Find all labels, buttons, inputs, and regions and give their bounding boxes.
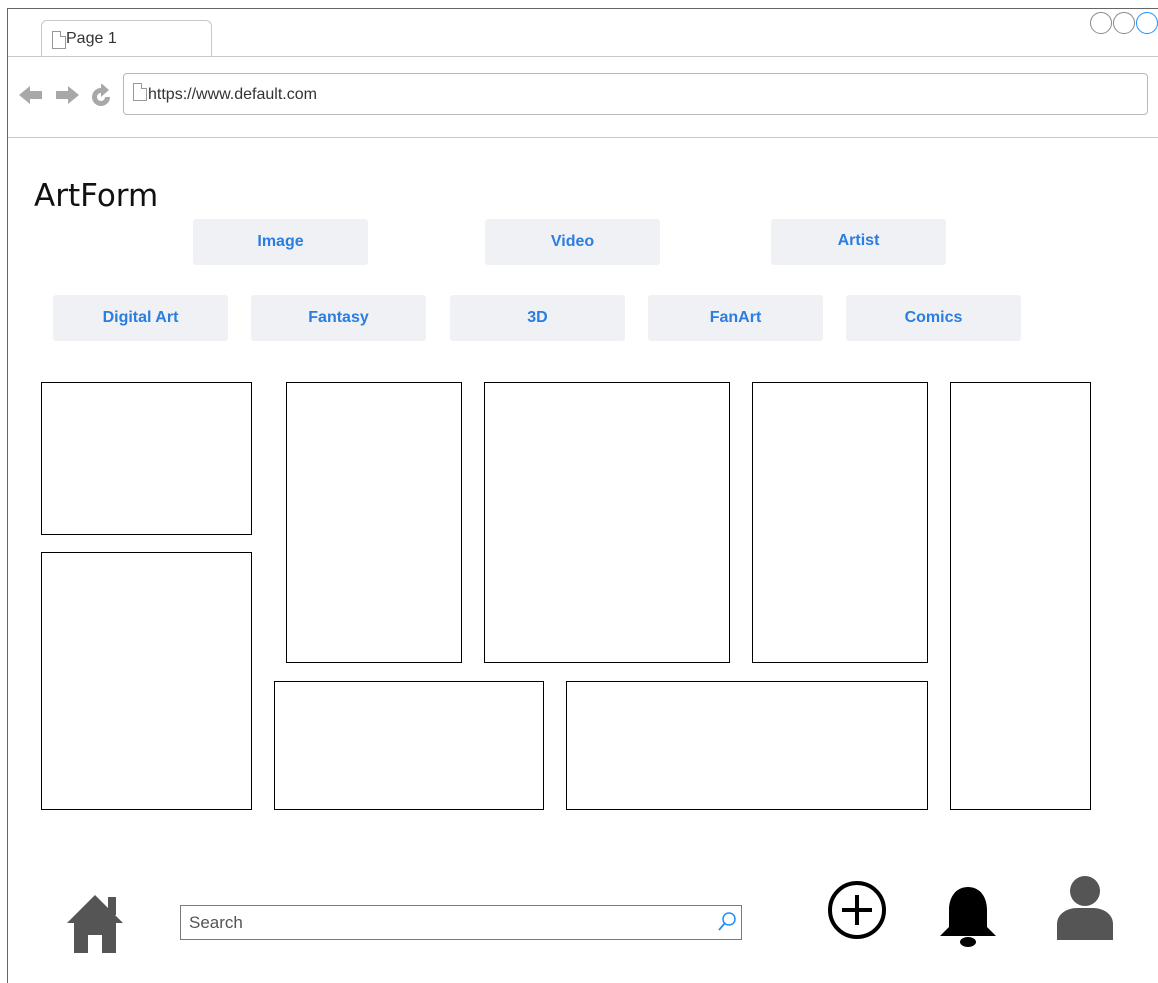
url-text[interactable]: https://www.default.com — [148, 86, 317, 104]
category-digital-art[interactable]: Digital Art — [53, 295, 228, 341]
search-field[interactable] — [180, 905, 742, 940]
category-3d[interactable]: 3D — [450, 295, 625, 341]
gallery-tile[interactable] — [752, 382, 928, 663]
tab-image[interactable]: Image — [193, 219, 368, 265]
tab-artist[interactable]: Artist — [771, 219, 946, 265]
home-icon[interactable] — [66, 893, 124, 959]
gallery-tile[interactable] — [41, 552, 252, 810]
gallery-tile[interactable] — [566, 681, 928, 810]
gallery-tile[interactable] — [484, 382, 730, 663]
window-maximize-button[interactable] — [1113, 12, 1135, 34]
tab-title: Page 1 — [66, 30, 117, 47]
chrome-divider — [8, 137, 1158, 138]
browser-tab[interactable]: Page 1 — [41, 20, 212, 57]
window-minimize-button[interactable] — [1090, 12, 1112, 34]
category-fantasy[interactable]: Fantasy — [251, 295, 426, 341]
gallery-tile[interactable] — [41, 382, 252, 535]
url-page-icon — [133, 83, 147, 101]
app-title: ArtForm — [34, 178, 159, 214]
back-arrow-icon[interactable] — [18, 84, 44, 111]
gallery-tile[interactable] — [286, 382, 462, 663]
bell-icon[interactable] — [937, 884, 999, 953]
search-icon[interactable] — [717, 911, 737, 940]
gallery-tile[interactable] — [274, 681, 544, 810]
refresh-icon[interactable] — [89, 83, 113, 113]
gallery-tile[interactable] — [950, 382, 1091, 810]
window-controls — [1089, 12, 1158, 34]
address-bar[interactable]: https://www.default.com — [123, 73, 1148, 115]
category-fanart[interactable]: FanArt — [648, 295, 823, 341]
forward-arrow-icon[interactable] — [54, 84, 80, 111]
user-profile-icon[interactable] — [1055, 874, 1115, 945]
search-input[interactable] — [181, 906, 741, 939]
add-circle-icon[interactable] — [827, 880, 887, 945]
tab-strip-divider — [8, 56, 1158, 57]
window-close-button[interactable] — [1136, 12, 1158, 34]
page-icon — [52, 31, 66, 49]
category-comics[interactable]: Comics — [846, 295, 1021, 341]
tab-video[interactable]: Video — [485, 219, 660, 265]
